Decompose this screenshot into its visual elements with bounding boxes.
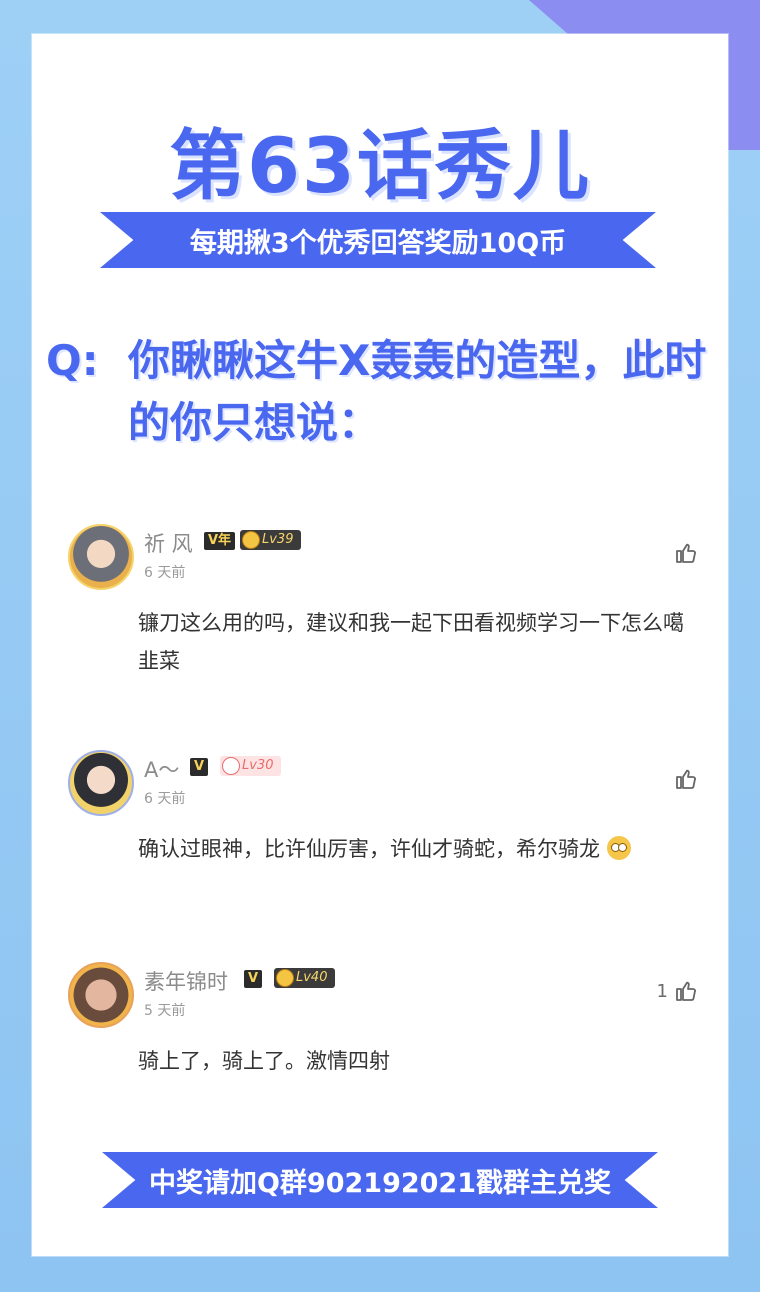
comment-time: 6 天前: [144, 791, 186, 807]
comment-time: 5 天前: [144, 1003, 186, 1019]
level-badge: Lv30: [220, 756, 282, 776]
commenter-name[interactable]: 素年锦时: [144, 966, 228, 996]
prize-banner: 中奖请加Q群902192021戳群主兑奖: [102, 1152, 658, 1208]
reward-banner-text: 每期揪3个优秀回答奖励10Q币: [189, 227, 567, 259]
commenter-name[interactable]: 祈 风: [144, 528, 193, 558]
thumbs-up-icon: [676, 769, 696, 789]
comment-item: A～ V Lv30 6 天前 确认过眼神，比许仙厉害，许仙才骑蛇，希尔骑龙: [68, 750, 698, 900]
level-text: Lv30: [242, 758, 274, 773]
comment-item: 素年锦时 V Lv40 5 天前 1 骑上了，骑上了。激情四射: [68, 962, 698, 1092]
level-icon: [242, 531, 260, 549]
like-button[interactable]: 1: [657, 978, 698, 1004]
commenter-name[interactable]: A～: [144, 754, 179, 784]
page-title: 第63话秀儿: [169, 121, 591, 210]
avatar[interactable]: [68, 750, 134, 816]
like-count: 1: [656, 980, 668, 1002]
like-button[interactable]: [668, 766, 698, 792]
avatar[interactable]: [68, 962, 134, 1028]
prize-banner-text: 中奖请加Q群902192021戳群主兑奖: [148, 1167, 612, 1199]
like-button[interactable]: [668, 540, 698, 566]
vip-badge: V: [190, 758, 209, 776]
comment-time: 6 天前: [144, 565, 186, 581]
comment-text-body: 确认过眼神，比许仙厉害，许仙才骑蛇，希尔骑龙: [138, 837, 600, 861]
level-badge: Lv40: [274, 968, 336, 988]
level-badge: Lv39: [240, 530, 302, 550]
avatar[interactable]: [68, 524, 134, 590]
comment-text: 镰刀这么用的吗，建议和我一起下田看视频学习一下怎么噶韭菜: [138, 611, 684, 673]
comment-text: 确认过眼神，比许仙厉害，许仙才骑蛇，希尔骑龙: [138, 830, 698, 868]
comment-text: 骑上了，骑上了。激情四射: [138, 1049, 390, 1073]
shocked-emoji-icon: [606, 836, 631, 860]
level-icon: [222, 757, 240, 775]
reward-banner: 每期揪3个优秀回答奖励10Q币: [100, 212, 656, 268]
level-text: Lv39: [262, 532, 294, 547]
vip-badge: V年: [204, 532, 236, 550]
comment-item: 祈 风 V年 Lv39 6 天前 镰刀这么用的吗，建议和我一起下田看视频学习一下…: [68, 524, 698, 674]
thumbs-up-icon: [676, 981, 696, 1001]
content-card: 第63话秀儿 每期揪3个优秀回答奖励10Q币 Q: 你瞅瞅这牛X轰轰的造型，此时…: [32, 34, 728, 1256]
level-icon: [276, 969, 294, 987]
level-text: Lv40: [296, 970, 328, 985]
thumbs-up-icon: [676, 543, 696, 563]
vip-badge: V: [244, 970, 263, 988]
question-text: 你瞅瞅这牛X轰轰的造型，此时的你只想说：: [128, 336, 707, 447]
question-prefix: Q:: [46, 336, 99, 385]
